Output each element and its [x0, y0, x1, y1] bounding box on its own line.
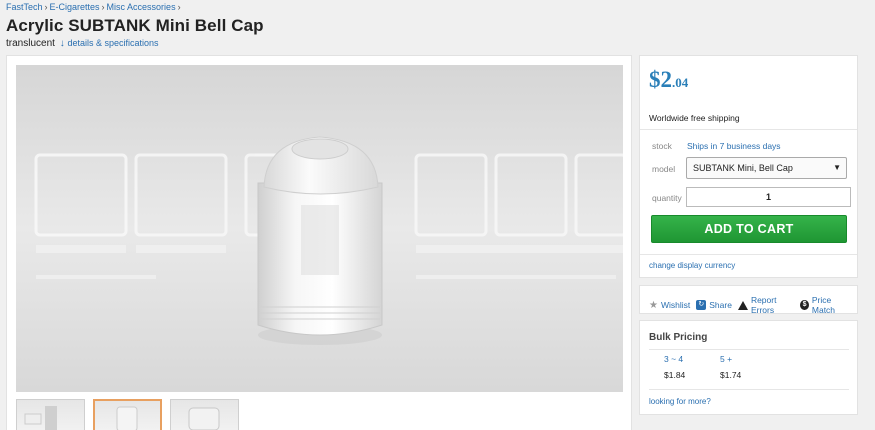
bulk-tier[interactable]: 3 ~ 4	[664, 354, 720, 364]
thumbnail-image	[24, 406, 57, 430]
price-dollars: $2	[649, 67, 672, 92]
divider	[649, 389, 849, 390]
change-currency-link[interactable]: change display currency	[649, 261, 735, 270]
price: $2.04	[649, 67, 688, 93]
bulk-pricing-panel: Bulk Pricing 3 ~ 4 5 + $1.84 $1.74 looki…	[639, 320, 858, 415]
breadcrumb-separator: ›	[44, 2, 48, 12]
breadcrumb-link-misc-accessories[interactable]: Misc Accessories	[107, 2, 176, 12]
add-to-cart-button[interactable]: ADD TO CART	[651, 215, 847, 243]
shipping-info: Worldwide free shipping	[649, 113, 740, 123]
bulk-pricing-table: 3 ~ 4 5 + $1.84 $1.74	[664, 354, 776, 380]
stock-value[interactable]: Ships in 7 business days	[687, 141, 781, 151]
thumbnail-image	[188, 407, 220, 430]
divider	[640, 129, 857, 130]
model-label: model	[652, 164, 676, 174]
thumbnail-image	[116, 406, 138, 430]
model-selected-value: SUBTANK Mini, Bell Cap	[693, 163, 793, 173]
thumbnail-1[interactable]	[16, 399, 85, 430]
actions-row: ★ Wishlist ↻ Share Report Errors $ Price…	[649, 295, 857, 315]
bulk-tier[interactable]: 5 +	[720, 354, 776, 364]
quantity-label: quantity	[652, 193, 682, 203]
share-button[interactable]: ↻ Share	[696, 300, 732, 310]
down-arrow-icon: ↓	[59, 38, 65, 49]
chevron-down-icon: ▼	[833, 163, 841, 172]
bulk-tier-row: 3 ~ 4 5 +	[664, 354, 776, 364]
share-label: Share	[709, 300, 732, 310]
wishlist-label: Wishlist	[660, 300, 691, 310]
bulk-price: $1.84	[664, 370, 686, 380]
product-variant: translucent	[6, 38, 55, 49]
thumbnail-3[interactable]	[170, 399, 239, 430]
price-cents: .04	[672, 75, 689, 90]
divider	[640, 254, 857, 255]
breadcrumb-separator: ›	[101, 2, 105, 12]
thumbnail-2[interactable]	[93, 399, 162, 430]
star-icon: ★	[649, 299, 658, 311]
warning-icon	[737, 300, 748, 310]
thumbnail-strip	[16, 399, 239, 430]
product-gallery	[6, 55, 632, 430]
breadcrumb-separator: ›	[177, 2, 181, 12]
breadcrumb-link-fasttech[interactable]: FastTech	[6, 2, 43, 12]
stock-label: stock	[652, 141, 672, 151]
wishlist-button[interactable]: ★ Wishlist	[649, 300, 690, 311]
product-subtitle: translucent ↓ details & specifications	[6, 38, 159, 49]
dollar-icon: $	[800, 300, 809, 310]
bulk-price: $1.74	[720, 370, 742, 380]
product-photo	[16, 65, 623, 392]
divider	[649, 349, 849, 350]
breadcrumb-link-e-cigarettes[interactable]: E-Cigarettes	[50, 2, 100, 12]
quantity-input[interactable]: 1	[686, 187, 851, 207]
bulk-pricing-title: Bulk Pricing	[649, 332, 708, 343]
looking-for-more-link[interactable]: looking for more?	[649, 397, 711, 406]
main-product-image[interactable]	[16, 65, 623, 392]
purchase-panel: $2.04 Worldwide free shipping stock Ship…	[639, 55, 858, 278]
model-select[interactable]: SUBTANK Mini, Bell Cap ▼	[686, 157, 847, 179]
breadcrumb: FastTech › E-Cigarettes › Misc Accessories ›	[6, 2, 183, 12]
bulk-price-row: $1.84 $1.74	[664, 370, 776, 380]
price-match-button[interactable]: $ Price Match	[800, 295, 851, 315]
page-title: Acrylic SUBTANK Mini Bell Cap	[6, 16, 264, 35]
share-icon: ↻	[696, 300, 707, 310]
details-link[interactable]: details & specifications	[67, 38, 158, 48]
actions-panel: ★ Wishlist ↻ Share Report Errors $ Price…	[639, 285, 858, 315]
price-match-label: Price Match	[811, 295, 836, 315]
report-errors-label: Report Errors	[750, 295, 777, 315]
report-errors-button[interactable]: Report Errors	[737, 295, 794, 315]
